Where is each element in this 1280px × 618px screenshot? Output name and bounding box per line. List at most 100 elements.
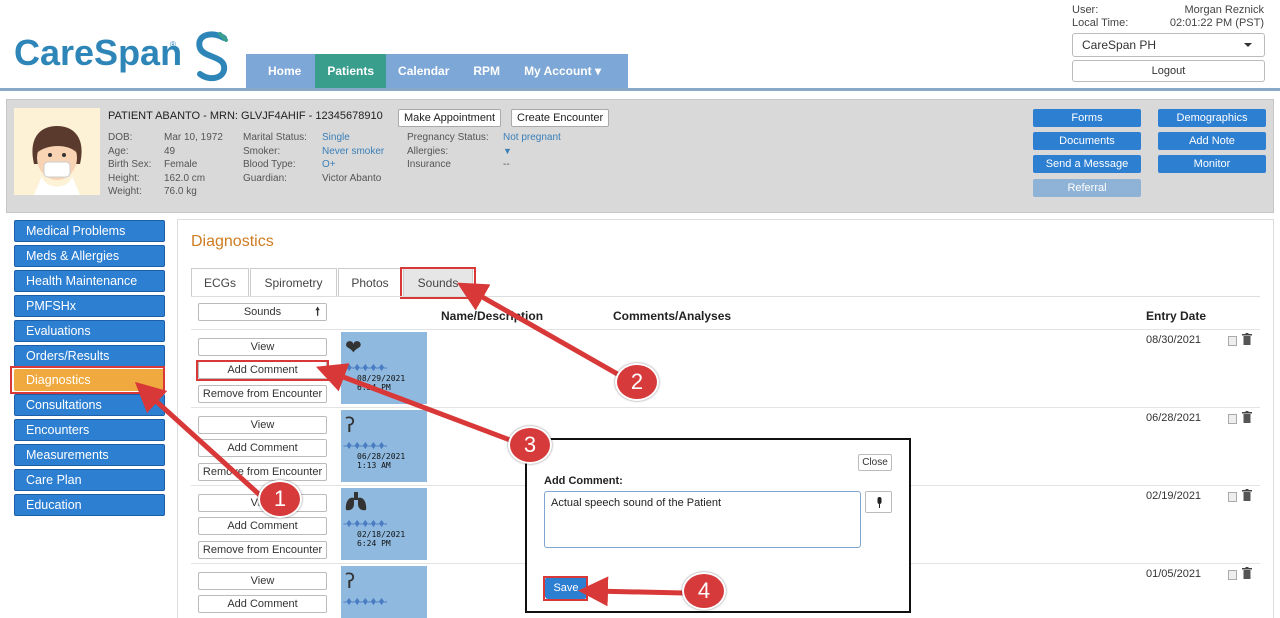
- remove-from-encounter-button[interactable]: Remove from Encounter: [198, 541, 327, 559]
- practice-select[interactable]: CareSpan PH: [1072, 33, 1265, 57]
- patient-title: PATIENT ABANTO - MRN: GLVJF4AHIF - 12345…: [108, 110, 383, 122]
- nav-calendar[interactable]: Calendar: [386, 54, 461, 89]
- lungs-icon: [345, 492, 367, 511]
- ear-icon: ʔ: [345, 413, 356, 437]
- sound-date: 02/18/2021: [357, 530, 406, 539]
- view-button[interactable]: View: [198, 416, 327, 434]
- view-button[interactable]: View: [198, 572, 327, 590]
- highlight-add-comment: [196, 360, 329, 381]
- highlight-save: [543, 576, 588, 601]
- sidebar-item-consultations[interactable]: Consultations: [14, 394, 165, 416]
- trash-icon[interactable]: [1242, 567, 1252, 579]
- time-label: Local Time:: [1072, 17, 1129, 29]
- sound-thumbnail[interactable]: -♦-♦-♦-♦-♦- 02/18/2021 6:24 PM: [341, 488, 427, 560]
- demographics-col1-values: Mar 10, 1972 49 Female 162.0 cm 76.0 kg: [164, 131, 223, 199]
- nav-my-account[interactable]: My Account ▾: [512, 54, 613, 89]
- nav-patients[interactable]: Patients: [315, 54, 387, 89]
- sound-thumbnail[interactable]: ʔ -♦-♦-♦-♦-♦- 06/28/2021 1:13 AM: [341, 410, 427, 482]
- add-comment-button[interactable]: Add Comment: [198, 517, 327, 535]
- waveform-icon: -♦-♦-♦-♦-♦-: [343, 516, 388, 530]
- demographics-col2-values: Single Never smoker O+ Victor Abanto: [322, 131, 384, 185]
- demographics-col3-labels: Pregnancy Status: Allergies: Insurance: [407, 131, 489, 172]
- pregnancy-status-value[interactable]: Not pregnant: [503, 131, 561, 145]
- nav-home[interactable]: Home: [246, 54, 315, 89]
- tab-photos[interactable]: Photos: [338, 268, 402, 297]
- trash-icon[interactable]: [1242, 333, 1252, 345]
- height-label: Height:: [108, 172, 140, 184]
- add-comment-button[interactable]: Add Comment: [198, 439, 327, 457]
- sidebar-item-education[interactable]: Education: [14, 494, 165, 516]
- sidebar-item-health-maintenance[interactable]: Health Maintenance: [14, 270, 165, 292]
- referral-button[interactable]: Referral: [1033, 179, 1141, 197]
- make-appointment-button[interactable]: Make Appointment: [398, 109, 502, 127]
- sound-time: 6:24 PM: [357, 539, 391, 548]
- sidebar-item-encounters[interactable]: Encounters: [14, 419, 165, 441]
- remove-from-encounter-button[interactable]: Remove from Encounter: [198, 385, 327, 403]
- add-comment-label: Add Comment:: [544, 475, 623, 487]
- highlight-diagnostics: [10, 366, 165, 394]
- add-note-button[interactable]: Add Note: [1158, 132, 1266, 150]
- smoker-value[interactable]: Never smoker: [322, 145, 384, 159]
- sidebar-item-orders-results[interactable]: Orders/Results: [14, 345, 165, 367]
- birth-sex-value: Female: [164, 159, 198, 170]
- insurance-value: --: [503, 159, 510, 170]
- copy-icon[interactable]: [1228, 336, 1237, 346]
- view-button[interactable]: View: [198, 338, 327, 356]
- user-label: User:: [1072, 4, 1099, 16]
- height-value: 162.0 cm: [164, 172, 206, 184]
- tab-divider: [191, 296, 1260, 297]
- patient-avatar: [14, 108, 100, 195]
- column-name-description: Name/Description: [441, 309, 544, 323]
- sidebar-item-pmfshx[interactable]: PMFSHx: [14, 295, 165, 317]
- copy-icon[interactable]: [1228, 570, 1237, 580]
- allergies-toggle-icon[interactable]: ▼: [503, 145, 561, 159]
- sidebar-item-care-plan[interactable]: Care Plan: [14, 469, 165, 491]
- demographics-button[interactable]: Demographics: [1158, 109, 1266, 127]
- guardian-value: Victor Abanto: [322, 172, 382, 184]
- user-name: Morgan Reznick: [1184, 4, 1264, 16]
- sidebar-item-medical-problems[interactable]: Medical Problems: [14, 220, 165, 242]
- monitor-button[interactable]: Monitor: [1158, 155, 1266, 173]
- tab-spirometry[interactable]: Spirometry: [250, 268, 337, 297]
- close-button[interactable]: Close: [858, 454, 892, 471]
- microphone-button[interactable]: [865, 491, 892, 513]
- blood-type-label: Blood Type:: [243, 159, 296, 170]
- carespan-logo-text: CareSpan: [14, 32, 183, 73]
- marital-status-value[interactable]: Single: [322, 131, 384, 145]
- logout-button[interactable]: Logout: [1072, 60, 1265, 82]
- heart-icon: ❤: [345, 337, 362, 359]
- comment-textarea[interactable]: Actual speech sound of the Patient: [544, 491, 861, 548]
- send-message-button[interactable]: Send a Message: [1033, 155, 1141, 173]
- create-encounter-button[interactable]: Create Encounter: [511, 109, 610, 127]
- demographics-col2-labels: Marital Status: Smoker: Blood Type: Guar…: [243, 131, 307, 185]
- user-info: User: Morgan Reznick Local Time: 02:01:22 …: [1072, 4, 1264, 30]
- trash-icon[interactable]: [1242, 411, 1252, 423]
- logo-trademark: ®: [170, 40, 176, 49]
- ear-icon: ʔ: [345, 569, 356, 593]
- demographics-col3-values: Not pregnant ▼ --: [503, 131, 561, 172]
- tab-ecgs[interactable]: ECGs: [191, 268, 249, 297]
- waveform-icon: -♦-♦-♦-♦-♦-: [343, 594, 388, 608]
- local-time: 02:01:22 PM (PST): [1169, 17, 1264, 29]
- sounds-sort-button[interactable]: Sounds 🠕: [198, 303, 327, 321]
- trash-icon[interactable]: [1242, 489, 1252, 501]
- sound-thumbnail[interactable]: ❤ -♦-♦-♦-♦-♦- 08/29/2021 6:34 PM: [341, 332, 427, 404]
- weight-label: Weight:: [108, 186, 142, 197]
- documents-button[interactable]: Documents: [1033, 132, 1141, 150]
- add-comment-button[interactable]: Add Comment: [198, 595, 327, 613]
- forms-button[interactable]: Forms: [1033, 109, 1141, 127]
- nav-rpm[interactable]: RPM: [461, 54, 512, 89]
- sidebar-item-meds-allergies[interactable]: Meds & Allergies: [14, 245, 165, 267]
- sidebar-item-evaluations[interactable]: Evaluations: [14, 320, 165, 342]
- sidebar-item-measurements[interactable]: Measurements: [14, 444, 165, 466]
- dob-label: DOB:: [108, 132, 133, 143]
- carespan-logo-icon: [196, 31, 228, 82]
- remove-from-encounter-button[interactable]: Remove from Encounter: [198, 463, 327, 481]
- insurance-label: Insurance: [407, 159, 451, 170]
- age-value: 49: [164, 145, 176, 157]
- copy-icon[interactable]: [1228, 492, 1237, 502]
- sound-thumbnail[interactable]: ʔ -♦-♦-♦-♦-♦-: [341, 566, 427, 618]
- birth-sex-label: Birth Sex:: [108, 159, 152, 170]
- copy-icon[interactable]: [1228, 414, 1237, 424]
- blood-type-value[interactable]: O+: [322, 158, 384, 172]
